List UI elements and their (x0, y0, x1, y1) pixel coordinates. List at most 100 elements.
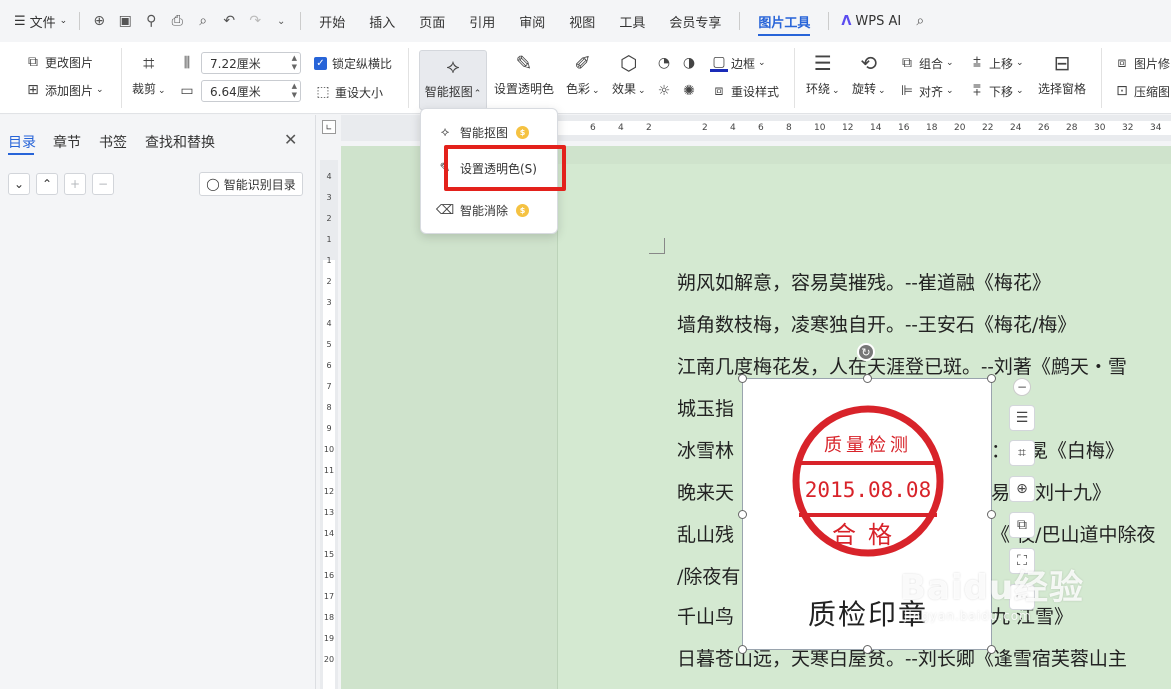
close-icon[interactable]: ✕ (284, 130, 297, 149)
minus-icon[interactable]: − (92, 173, 114, 195)
wps-ai-button[interactable]: Ʌ WPS AI (835, 6, 907, 36)
tab-toc[interactable]: 目录 (8, 132, 36, 152)
brightness-down-icon[interactable]: ✺ (680, 82, 701, 100)
menu-item-label: 智能消除 (460, 203, 509, 218)
color-button[interactable]: ✐ 色彩 ⌄ (566, 50, 600, 97)
export-icon[interactable]: ⚲ (138, 6, 164, 36)
zoom-in-icon[interactable]: ⊕ (1009, 476, 1035, 502)
image-repair-icon: ⧈ (1117, 55, 1127, 71)
plus-icon[interactable]: + (64, 173, 86, 195)
print-icon[interactable]: ⎙ (164, 6, 190, 36)
expand-down-icon[interactable]: ⌄ (8, 173, 30, 195)
change-image-button[interactable]: ⧉ 更改图片 (24, 53, 93, 71)
doc-line[interactable]: 墙角数枝梅，凌寒独自开。--王安石《梅花/梅》 (677, 310, 1076, 337)
border-button[interactable]: ▢ 边框 ⌄ (710, 54, 766, 72)
menu-item-label: 智能抠图 (460, 125, 509, 140)
tab-page[interactable]: 页面 (407, 6, 457, 36)
magic-wand-icon: ⟡ (446, 54, 460, 78)
tab-insert[interactable]: 插入 (357, 6, 407, 36)
tab-picture-tools[interactable]: 图片工具 (746, 6, 822, 36)
tab-chapters[interactable]: 章节 (53, 132, 81, 152)
collapse-up-icon[interactable]: ⌃ (36, 173, 58, 195)
height-field[interactable]: 6.64厘米 ▲ ▼ (201, 80, 301, 102)
more-chevron-icon[interactable]: ⌄ (268, 6, 294, 36)
stepper-icon[interactable]: ▲ ▼ (292, 54, 297, 72)
doc-line[interactable]: 朔风如解意，容易莫摧残。--崔道融《梅花》 (677, 268, 1051, 295)
redo-icon[interactable]: ↷ (242, 6, 268, 36)
resize-handle[interactable] (987, 510, 996, 519)
vertical-ruler[interactable]: 4 3 2 1 1 2 3 4 5 6 7 8 9 10 11 12 13 14 15 16 17 18 19 20 (320, 160, 338, 689)
stepper-icon[interactable]: ▲ ▼ (292, 82, 297, 100)
doc-line[interactable]: 乱山残 (677, 520, 734, 547)
rotate-button[interactable]: ⟲ 旋转 ⌄ (852, 50, 886, 97)
resize-handle[interactable] (738, 510, 747, 519)
set-transparent-button[interactable]: ✎ 设置透明色 (494, 50, 554, 97)
doc-line[interactable]: /除夜有 (677, 562, 740, 589)
selection-pane-button[interactable]: ⊟ 选择窗格 (1038, 50, 1086, 97)
print-preview-icon[interactable]: ⌕ (190, 6, 216, 36)
align-button[interactable]: ⊫ 对齐 ⌄ (898, 82, 954, 100)
tab-view[interactable]: 视图 (557, 6, 607, 36)
tab-home[interactable]: 开始 (307, 6, 357, 36)
resize-handle[interactable] (738, 645, 747, 654)
width-field[interactable]: 7.22厘米 ▲ ▼ (201, 52, 301, 74)
reset-style-button[interactable]: ⧈ 重设样式 (710, 82, 779, 100)
resize-handle[interactable] (987, 374, 996, 383)
copy-icon[interactable]: ⧉ (1009, 512, 1035, 538)
ruler-tick-label: 8 (326, 403, 332, 412)
resize-handle[interactable] (987, 645, 996, 654)
lock-ratio-checkbox[interactable]: ✓ 锁定纵横比 (314, 55, 392, 72)
border-label: 边框 (731, 56, 756, 71)
effects-button[interactable]: ⬡ 效果 ⌄ (612, 50, 646, 97)
brightness-up-icon[interactable]: ☼ (655, 82, 676, 100)
menu-item-smart-cutout[interactable]: ⟡ 智能抠图 $ (421, 117, 559, 147)
undo-icon[interactable]: ↶ (216, 6, 242, 36)
premium-coin-icon: $ (516, 125, 530, 139)
doc-line[interactable]: 城玉指 (677, 394, 734, 421)
collapse-toolbar-icon[interactable]: − (1013, 378, 1031, 396)
group-label: 组合 (919, 56, 944, 71)
bring-forward-button[interactable]: ⩲ 上移 ⌄ (968, 54, 1024, 72)
smart-toc-button[interactable]: ◯ 智能识别目录 (199, 172, 303, 196)
chevron-down-icon: ⌄ (758, 58, 766, 68)
menu-item-smart-erase[interactable]: ⌫ 智能消除 $ (421, 195, 559, 225)
group-button[interactable]: ⧉ 组合 ⌄ (898, 54, 954, 72)
doc-line[interactable]: 冰雪林 (677, 436, 734, 463)
layout-wrap-icon[interactable]: ☰ (1009, 405, 1035, 431)
width-icon: ⫼ (183, 55, 191, 71)
compress-button[interactable]: ⊡ 压缩图 (1113, 82, 1170, 100)
selection-pane-label: 选择窗格 (1038, 82, 1087, 96)
search-icon[interactable]: ⌕ (907, 6, 933, 36)
send-backward-button[interactable]: ⩱ 下移 ⌄ (968, 82, 1024, 100)
brightness-icon[interactable]: ◔ (655, 54, 676, 72)
tab-member[interactable]: 会员专享 (657, 6, 733, 36)
tab-bookmarks[interactable]: 书签 (99, 132, 127, 152)
crop-button[interactable]: ⌗ 裁剪 ⌄ (132, 50, 166, 97)
file-menu[interactable]: ☰ 文件 ⌄ (8, 6, 73, 36)
add-image-button[interactable]: ⊞ 添加图片 ⌄ (24, 81, 104, 99)
tab-tools[interactable]: 工具 (607, 6, 657, 36)
tab-find-replace[interactable]: 查找和替换 (145, 132, 215, 152)
tab-review[interactable]: 审阅 (507, 6, 557, 36)
reset-size-button[interactable]: ⬚ 重设大小 (314, 83, 383, 101)
rotate-handle-icon[interactable]: ↻ (857, 343, 875, 361)
selection-pane-icon: ⊟ (1053, 51, 1071, 75)
resize-handle[interactable] (738, 374, 747, 383)
ruler-corner[interactable]: ∟ (322, 120, 336, 134)
crop-float-icon[interactable]: ⌗ (1009, 440, 1035, 466)
transparent-color-icon: ✎ (515, 51, 533, 75)
wrap-button[interactable]: ☰ 环绕 ⌄ (806, 50, 840, 97)
ruler-tick-label: 22 (982, 123, 994, 133)
resize-handle[interactable] (863, 374, 872, 383)
contrast-icon[interactable]: ◑ (680, 54, 701, 72)
new-doc-icon[interactable]: ⊕ (86, 6, 112, 36)
text-wrap-icon: ☰ (813, 51, 832, 75)
image-repair-button[interactable]: ⧈ 图片修 (1113, 54, 1170, 72)
chevron-down-icon: ⌄ (96, 85, 104, 95)
save-icon[interactable]: ▣ (112, 6, 138, 36)
smart-cutout-button[interactable]: ⟡ 智能抠图⌃ (419, 50, 487, 110)
tab-references[interactable]: 引用 (457, 6, 507, 36)
doc-line[interactable]: 千山鸟 (677, 602, 734, 629)
resize-handle[interactable] (863, 645, 872, 654)
doc-line[interactable]: 晚来天 (677, 478, 734, 505)
